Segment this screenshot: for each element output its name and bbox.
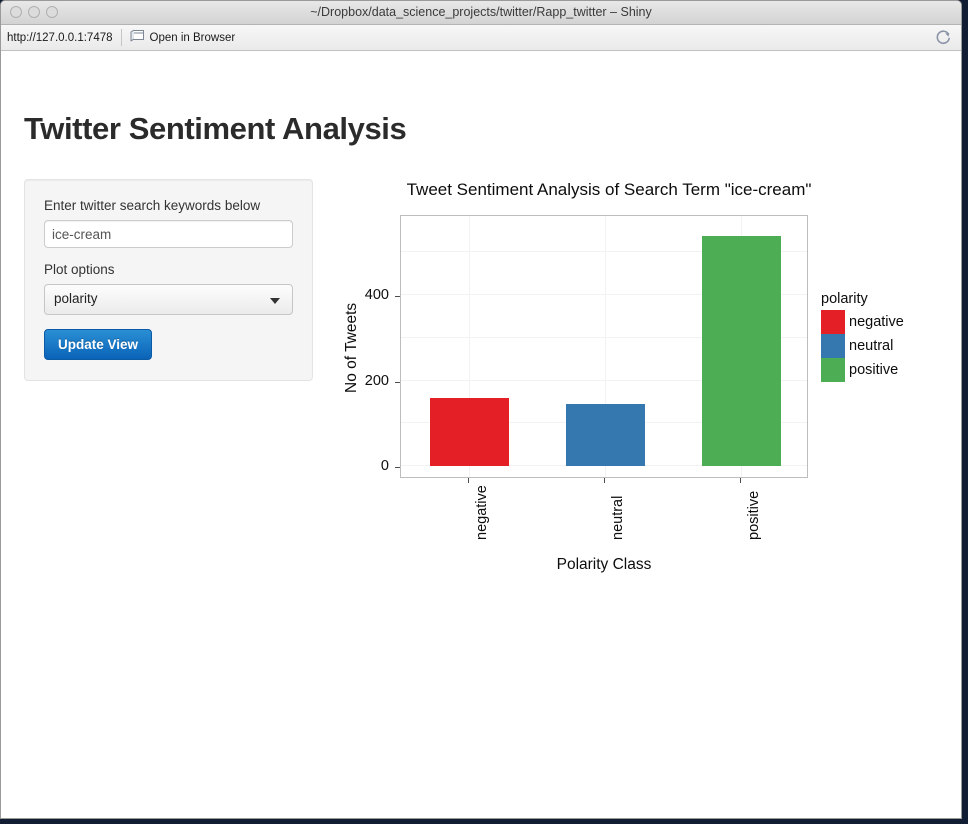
window-titlebar: ~/Dropbox/data_science_projects/twitter/…	[1, 1, 961, 25]
chart-bar-negative	[430, 398, 509, 466]
chart-x-axis-title: Polarity Class	[556, 556, 652, 573]
plot-options-label: Plot options	[44, 262, 115, 277]
sentiment-bar-chart: Tweet Sentiment Analysis of Search Term …	[331, 176, 931, 596]
chart-y-tick-mark	[395, 382, 400, 383]
chart-legend-swatch	[821, 310, 845, 334]
chart-legend-swatch	[821, 358, 845, 382]
chart-legend-label: positive	[849, 362, 899, 378]
chart-x-tick-label: positive	[746, 490, 762, 540]
chart-y-tick-mark	[395, 296, 400, 297]
chart-x-tick-label: neutral	[610, 495, 626, 540]
app-content: Twitter Sentiment Analysis Enter twitter…	[1, 51, 961, 818]
search-keyword-input[interactable]	[44, 220, 293, 248]
chart-legend-item: neutral	[821, 334, 931, 358]
desktop-background: ~/Dropbox/data_science_projects/twitter/…	[0, 0, 968, 824]
chart-y-tick-label: 400	[364, 287, 389, 303]
update-view-button[interactable]: Update View	[44, 329, 153, 360]
url-text: http://127.0.0.1:7478	[7, 31, 113, 44]
open-in-browser-button[interactable]: Open in Browser	[122, 25, 244, 50]
chart-y-tick-mark	[395, 467, 400, 468]
chart-bar-positive	[702, 236, 781, 466]
chart-legend-swatch	[821, 334, 845, 358]
chart-plot-panel	[400, 215, 808, 478]
chart-legend-label: neutral	[849, 338, 894, 354]
app-window: ~/Dropbox/data_science_projects/twitter/…	[0, 0, 962, 819]
app-toolbar: http://127.0.0.1:7478 Open in Browser	[1, 25, 961, 51]
chart-bar-neutral	[566, 404, 645, 466]
chart-y-tick-label: 0	[380, 458, 389, 474]
keyword-input-label: Enter twitter search keywords below	[44, 198, 261, 213]
page-title: Twitter Sentiment Analysis	[24, 111, 407, 146]
chevron-down-icon	[270, 298, 280, 304]
browser-window-icon	[130, 28, 145, 47]
chart-legend-item: negative	[821, 310, 931, 334]
window-title: ~/Dropbox/data_science_projects/twitter/…	[310, 5, 652, 19]
chart-x-tick-mark	[740, 478, 741, 483]
chart-x-tick-label: negative	[474, 485, 490, 540]
chart-legend-label: negative	[849, 314, 904, 330]
chart-x-tick-mark	[468, 478, 469, 483]
chart-legend: polarity negative neutral positive	[821, 291, 931, 382]
sidebar-panel: Enter twitter search keywords below Plot…	[24, 179, 313, 381]
reload-icon[interactable]	[934, 28, 953, 47]
plot-options-selected-value: polarity	[54, 291, 98, 306]
chart-legend-item: positive	[821, 358, 931, 382]
chart-legend-title: polarity	[821, 291, 868, 307]
chart-y-tick-label: 200	[364, 373, 389, 389]
chart-x-tick-mark	[604, 478, 605, 483]
chart-title: Tweet Sentiment Analysis of Search Term …	[406, 180, 812, 199]
open-in-browser-label: Open in Browser	[149, 31, 236, 44]
plot-options-select[interactable]: polarity	[44, 284, 293, 315]
